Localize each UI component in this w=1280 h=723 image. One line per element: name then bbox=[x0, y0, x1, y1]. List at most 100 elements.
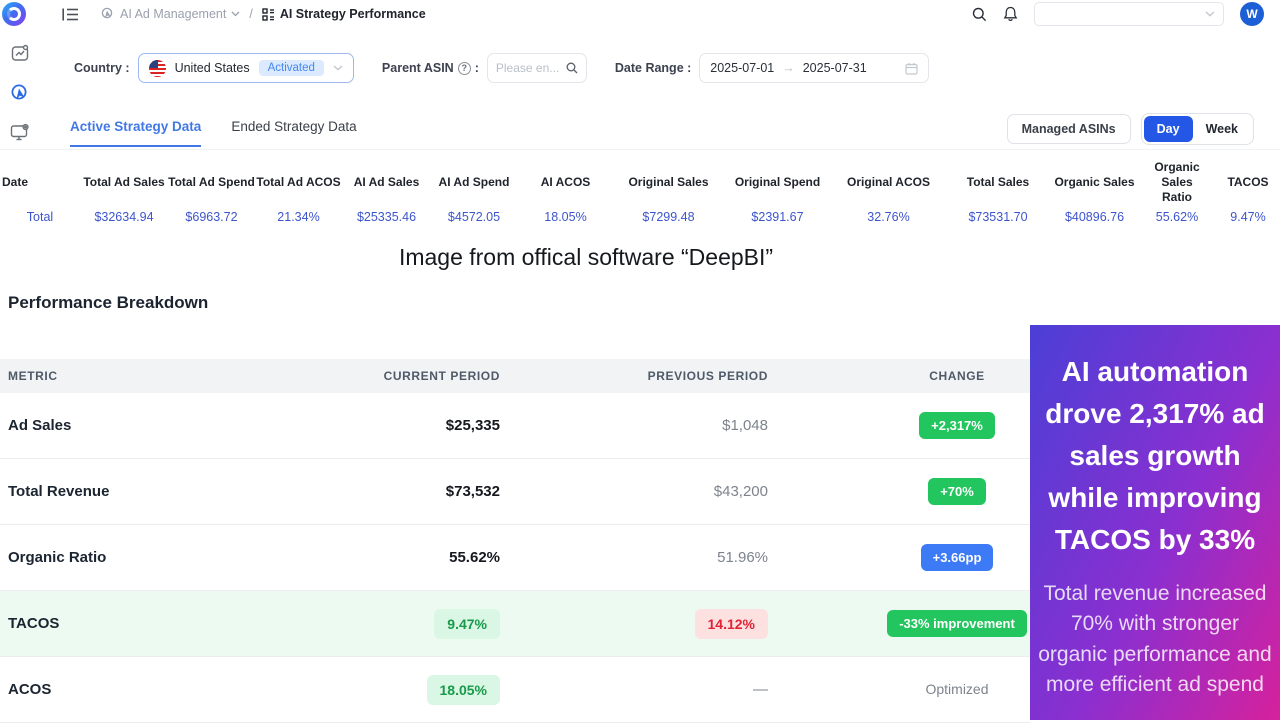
previous-value-pill: 14.12% bbox=[695, 609, 768, 639]
column-header: Organic Sales bbox=[1051, 175, 1138, 190]
column-header: Total Ad Spend bbox=[168, 175, 255, 190]
chevron-down-icon bbox=[231, 11, 240, 17]
strategy-grid-icon bbox=[262, 8, 275, 21]
app-logo[interactable] bbox=[2, 2, 26, 26]
country-select[interactable]: United States Activated bbox=[138, 53, 354, 83]
image-caption: Image from offical software “DeepBI” bbox=[0, 244, 1172, 271]
managed-asins-button[interactable]: Managed ASINs bbox=[1007, 114, 1131, 144]
performance-breakdown-card: Performance Breakdown METRIC CURRENT PER… bbox=[0, 278, 1030, 720]
column-header: AI Ad Sales bbox=[342, 175, 431, 190]
us-flag-icon bbox=[149, 60, 166, 77]
column-header-change: CHANGE bbox=[768, 369, 1030, 383]
column-header-current: CURRENT PERIOD bbox=[240, 369, 500, 383]
previous-value: $43,200 bbox=[500, 483, 768, 500]
user-avatar[interactable]: W bbox=[1240, 2, 1264, 26]
country-status-badge: Activated bbox=[259, 60, 324, 76]
column-header: Original ACOS bbox=[832, 175, 945, 190]
breadcrumb-parent[interactable]: AI Ad Management bbox=[101, 7, 240, 21]
column-header: Organic Sales Ratio bbox=[1138, 160, 1216, 205]
date-range-input[interactable]: 2025-07-01 → 2025-07-31 bbox=[699, 53, 929, 83]
total-cell: 9.47% bbox=[1216, 210, 1280, 226]
country-value: United States bbox=[175, 61, 250, 75]
total-row: Total $32634.94 $6963.72 21.34% $25335.4… bbox=[0, 205, 1280, 231]
table-row-ad-sales: Ad Sales $25,335 $1,048 +2,317% bbox=[0, 393, 1030, 459]
total-cell: $2391.67 bbox=[723, 210, 832, 226]
parent-asin-input[interactable]: Please en... bbox=[487, 53, 587, 83]
tab-active-strategy-data[interactable]: Active Strategy Data bbox=[70, 119, 201, 138]
country-label: Country : bbox=[74, 61, 130, 75]
help-icon[interactable]: ? bbox=[458, 62, 471, 75]
column-header: AI ACOS bbox=[517, 175, 614, 190]
date-start[interactable]: 2025-07-01 bbox=[710, 61, 774, 75]
change-badge: +3.66pp bbox=[921, 544, 994, 571]
current-value: $73,532 bbox=[240, 483, 500, 500]
period-segmented-control: Day Week bbox=[1141, 113, 1254, 145]
tab-ended-strategy-data[interactable]: Ended Strategy Data bbox=[231, 119, 356, 138]
strategy-tabs-row: Active Strategy Data Ended Strategy Data… bbox=[0, 108, 1280, 150]
search-icon[interactable] bbox=[972, 7, 987, 22]
total-cell: $32634.94 bbox=[80, 210, 168, 226]
total-cell: 55.62% bbox=[1138, 210, 1216, 226]
parent-asin-label: Parent ASIN ? : bbox=[382, 61, 479, 75]
calendar-icon bbox=[905, 62, 918, 75]
week-button[interactable]: Week bbox=[1193, 116, 1251, 142]
column-header: TACOS bbox=[1216, 175, 1280, 190]
highlight-subtext: Total revenue increased 70% with stronge… bbox=[1038, 579, 1272, 701]
current-value: $25,335 bbox=[240, 417, 500, 434]
current-value-pill: 18.05% bbox=[427, 675, 500, 705]
total-cell: $40896.76 bbox=[1051, 210, 1138, 226]
chevron-down-icon bbox=[1205, 11, 1215, 17]
total-cell: Total bbox=[0, 210, 80, 226]
strategy-table: Date Total Ad Sales Total Ad Spend Total… bbox=[0, 160, 1280, 231]
sidebar-item-reports-icon[interactable] bbox=[11, 44, 30, 63]
column-header: Total Ad ACOS bbox=[255, 175, 342, 190]
highlight-headline: AI automation drove 2,317% ad sales grow… bbox=[1038, 351, 1272, 561]
strategy-table-header: Date Total Ad Sales Total Ad Spend Total… bbox=[0, 160, 1280, 205]
total-cell: $73531.70 bbox=[945, 210, 1051, 226]
table-row-tacos: TACOS 9.47% 14.12% -33% improvement bbox=[0, 591, 1030, 657]
notification-bell-icon[interactable] bbox=[1003, 6, 1018, 22]
metric-label: Organic Ratio bbox=[0, 549, 240, 566]
table-row-total-revenue: Total Revenue $73,532 $43,200 +70% bbox=[0, 459, 1030, 525]
breadcrumb-separator: / bbox=[249, 7, 252, 21]
breadcrumb-current: AI Strategy Performance bbox=[262, 7, 426, 21]
change-status-text: Optimized bbox=[925, 681, 988, 697]
column-header-metric: METRIC bbox=[0, 369, 240, 383]
ai-highlight-panel: AI automation drove 2,317% ad sales grow… bbox=[1030, 325, 1280, 720]
card-title: Performance Breakdown bbox=[0, 278, 1030, 313]
breadcrumb: AI Ad Management / AI Strategy Performan… bbox=[101, 7, 426, 21]
breakdown-header-row: METRIC CURRENT PERIOD PREVIOUS PERIOD CH… bbox=[0, 359, 1030, 393]
column-header-previous: PREVIOUS PERIOD bbox=[500, 369, 768, 383]
filter-bar: Country : United States Activated Parent… bbox=[40, 48, 1280, 88]
total-cell: $4572.05 bbox=[431, 210, 517, 226]
parent-asin-placeholder: Please en... bbox=[496, 61, 560, 75]
metric-label: Ad Sales bbox=[0, 417, 240, 434]
table-row-organic-ratio: Organic Ratio 55.62% 51.96% +3.66pp bbox=[0, 525, 1030, 591]
column-header: Date bbox=[0, 175, 80, 190]
sidebar-item-ad-management-icon[interactable] bbox=[10, 83, 30, 103]
column-header: AI Ad Spend bbox=[431, 175, 517, 190]
ad-management-icon bbox=[101, 7, 115, 21]
previous-value: $1,048 bbox=[500, 417, 768, 434]
date-arrow: → bbox=[782, 61, 795, 75]
change-badge: +2,317% bbox=[919, 412, 995, 439]
total-cell: $25335.46 bbox=[342, 210, 431, 226]
previous-value: 51.96% bbox=[500, 549, 768, 566]
total-cell: 32.76% bbox=[832, 210, 945, 226]
search-icon[interactable] bbox=[566, 62, 578, 74]
day-button[interactable]: Day bbox=[1144, 116, 1193, 142]
column-header: Total Sales bbox=[945, 175, 1051, 190]
sidebar-collapse-icon[interactable] bbox=[62, 7, 79, 22]
previous-value: — bbox=[500, 681, 768, 698]
total-cell: 18.05% bbox=[517, 210, 614, 226]
total-cell: $6963.72 bbox=[168, 210, 255, 226]
metric-label: Total Revenue bbox=[0, 483, 240, 500]
chevron-down-icon bbox=[333, 65, 343, 71]
account-select[interactable] bbox=[1034, 2, 1224, 26]
total-cell: 21.34% bbox=[255, 210, 342, 226]
date-end[interactable]: 2025-07-31 bbox=[803, 61, 867, 75]
current-value: 55.62% bbox=[240, 549, 500, 566]
app-header: AI Ad Management / AI Strategy Performan… bbox=[0, 0, 1280, 28]
date-range-label: Date Range : bbox=[615, 61, 691, 75]
column-header: Total Ad Sales bbox=[80, 175, 168, 190]
